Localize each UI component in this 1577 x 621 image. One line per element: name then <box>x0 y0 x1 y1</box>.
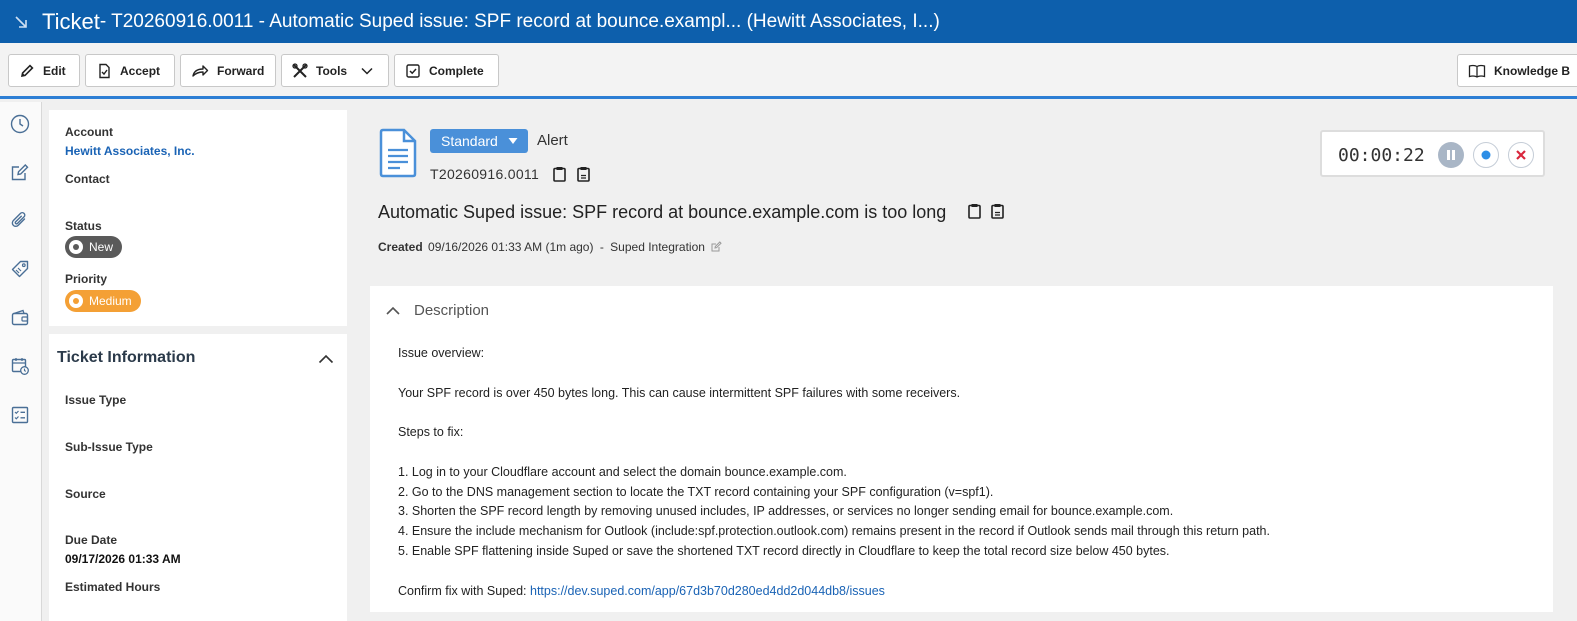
created-value: 09/16/2026 01:33 AM (1m ago) <box>428 240 594 254</box>
pencil-icon <box>20 63 34 77</box>
clipboard-link-icon[interactable] <box>577 166 590 187</box>
description-panel: Description Issue overview: Your SPF rec… <box>370 286 1553 612</box>
forward-arrow-icon <box>192 64 209 77</box>
edit-label: Edit <box>43 63 66 78</box>
due-date-value: 09/17/2026 01:33 AM <box>65 552 181 566</box>
accept-button[interactable]: Accept <box>85 54 175 87</box>
status-value: New <box>89 240 114 254</box>
sub-issue-type-label: Sub-Issue Type <box>65 440 153 454</box>
chevron-up-icon <box>386 306 400 315</box>
created-by: Suped Integration <box>610 240 705 254</box>
description-line: Your SPF record is over 450 bytes long. … <box>398 385 961 400</box>
category-dropdown[interactable]: Standard <box>430 129 528 153</box>
chevron-down-icon <box>361 67 373 75</box>
window-titlebar: Ticket - T20260916.0011 - Automatic Supe… <box>0 0 1577 43</box>
book-icon <box>1468 64 1486 78</box>
close-icon[interactable] <box>1508 142 1534 168</box>
priority-label: Priority <box>65 272 108 286</box>
ticket-title: Automatic Suped issue: SPF record at bou… <box>378 202 947 222</box>
accept-label: Accept <box>120 63 161 78</box>
description-line: 5. Enable SPF flattening inside Suped or… <box>398 543 1170 558</box>
issue-type-label: Issue Type <box>65 393 127 407</box>
priority-value: Medium <box>89 294 132 308</box>
confirm-line: Confirm fix with Suped: https://dev.supe… <box>398 582 1270 602</box>
edit-button[interactable]: Edit <box>8 54 80 87</box>
window-title: - T20260916.0011 - Automatic Suped issue… <box>99 10 940 32</box>
due-date-label: Due Date <box>65 533 118 547</box>
knowledge-base-label: Knowledge B <box>1494 63 1571 78</box>
chevron-up-icon[interactable] <box>318 351 334 369</box>
tools-icon <box>292 62 308 78</box>
ticket-type: Alert <box>537 132 568 149</box>
timer-value: 00:00:22 <box>1338 145 1425 166</box>
tag-icon[interactable] <box>9 258 31 280</box>
created-separator: - <box>599 240 604 254</box>
confirm-prefix: Confirm fix with Suped: <box>398 583 530 598</box>
checklist-icon[interactable] <box>9 404 31 426</box>
complete-label: Complete <box>429 63 484 78</box>
category-label: Standard <box>441 133 498 149</box>
tools-label: Tools <box>316 63 348 78</box>
ticket-information-panel: Ticket Information Issue Type Sub-Issue … <box>49 334 347 621</box>
description-line: 3. Shorten the SPF record length by remo… <box>398 504 1174 519</box>
created-label: Created <box>378 240 423 254</box>
clipboard-copy-icon[interactable] <box>553 166 566 187</box>
paperclip-icon[interactable] <box>9 209 31 231</box>
description-line: 2. Go to the DNS management section to l… <box>398 484 994 499</box>
wallet-icon[interactable] <box>9 307 31 329</box>
description-line: Steps to fix: <box>398 425 464 440</box>
pause-icon[interactable] <box>1438 142 1464 168</box>
description-line <box>398 364 1270 384</box>
description-line: 1. Log in to your Cloudflare account and… <box>398 464 847 479</box>
priority-badge[interactable]: Medium <box>65 290 141 312</box>
edit-small-icon[interactable] <box>711 241 722 252</box>
description-heading: Description <box>414 302 490 319</box>
account-link[interactable]: Hewitt Associates, Inc. <box>65 144 195 158</box>
calendar-clock-icon[interactable] <box>9 355 31 377</box>
created-info: Created 09/16/2026 01:33 AM (1m ago) - S… <box>378 240 722 254</box>
title-clipboard-copy-icon[interactable] <box>968 203 981 224</box>
status-label: Status <box>65 219 102 233</box>
caret-down-icon <box>508 138 518 144</box>
title-clipboard-link-icon[interactable] <box>991 203 1004 224</box>
forward-label: Forward <box>217 63 265 78</box>
status-dot-icon <box>69 240 83 254</box>
description-line <box>398 562 1270 582</box>
left-icon-rail <box>0 102 42 621</box>
source-label: Source <box>65 487 106 501</box>
priority-dot-icon <box>69 294 83 308</box>
contact-label: Contact <box>65 172 110 186</box>
ticket-timer: 00:00:22 <box>1320 130 1545 177</box>
confirm-link[interactable]: https://dev.suped.com/app/67d3b70d280ed4… <box>530 584 885 598</box>
description-line <box>398 443 1270 463</box>
checkbox-checked-icon <box>406 63 420 78</box>
record-icon[interactable] <box>1473 142 1499 168</box>
ticket-number: T20260916.0011 <box>430 166 540 182</box>
window-title-word: Ticket <box>42 8 100 34</box>
account-label: Account <box>65 125 113 139</box>
clock-icon[interactable] <box>9 113 31 135</box>
document-accept-icon <box>99 63 110 78</box>
status-badge[interactable]: New <box>65 236 123 258</box>
description-line: Issue overview: <box>398 346 485 360</box>
complete-button[interactable]: Complete <box>394 54 499 87</box>
forward-button[interactable]: Forward <box>180 54 276 87</box>
arrow-down-right-icon[interactable] <box>14 15 32 29</box>
ticket-document-icon <box>378 128 418 183</box>
summary-card: Account Hewitt Associates, Inc. Contact … <box>49 110 347 326</box>
knowledge-base-button[interactable]: Knowledge B <box>1457 54 1577 87</box>
description-line: 4. Ensure the include mechanism for Outl… <box>398 524 1270 539</box>
description-header[interactable]: Description <box>386 302 489 319</box>
toolbar: Edit Accept Forward Tools Complete Knowl… <box>0 43 1577 99</box>
description-body: Issue overview: Your SPF record is over … <box>398 344 1270 601</box>
description-line <box>398 403 1270 423</box>
edit-note-icon[interactable] <box>9 161 31 183</box>
estimated-hours-label: Estimated Hours <box>65 580 161 594</box>
ticket-information-heading: Ticket Information <box>57 349 196 366</box>
tools-dropdown[interactable]: Tools <box>281 54 389 87</box>
